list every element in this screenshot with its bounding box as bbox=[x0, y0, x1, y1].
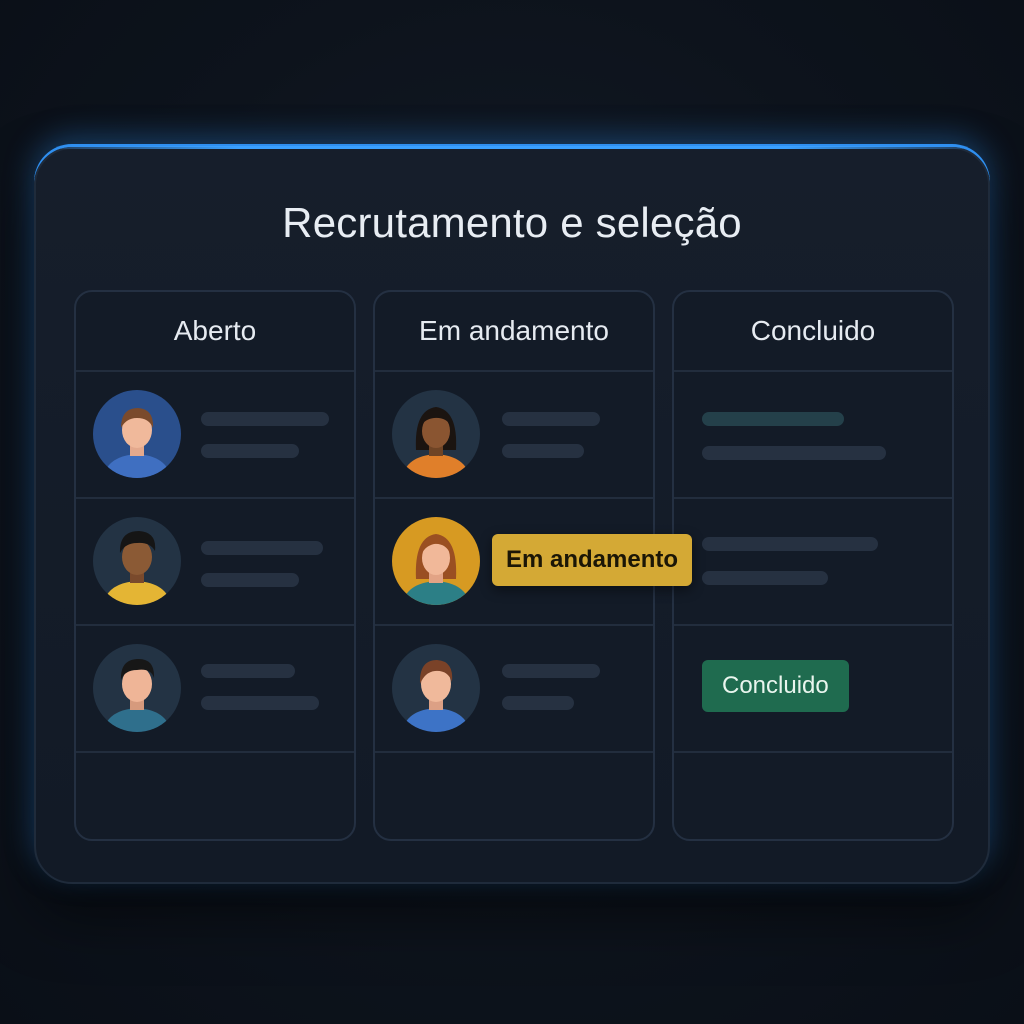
avatar bbox=[93, 517, 181, 605]
candidate-card[interactable] bbox=[375, 372, 653, 499]
kanban-board: Recrutamento e seleção Aberto Em andamen… bbox=[34, 146, 990, 884]
empty-slot bbox=[76, 753, 354, 839]
avatar bbox=[93, 644, 181, 732]
candidate-card[interactable] bbox=[375, 626, 653, 753]
avatar bbox=[392, 644, 480, 732]
empty-slot bbox=[674, 753, 952, 839]
candidate-card[interactable]: Concluido bbox=[674, 626, 952, 753]
candidate-card[interactable]: Em andamento bbox=[375, 499, 693, 626]
candidate-card[interactable] bbox=[76, 499, 354, 626]
candidate-card[interactable] bbox=[76, 372, 354, 499]
status-tag-done[interactable]: Concluido bbox=[702, 660, 849, 712]
status-tag-in-progress[interactable]: Em andamento bbox=[492, 534, 693, 586]
candidate-card[interactable] bbox=[674, 499, 952, 626]
column-header: Em andamento bbox=[375, 292, 653, 372]
column-aberto: Aberto bbox=[74, 290, 356, 841]
board-title: Recrutamento e seleção bbox=[282, 199, 742, 246]
candidate-card[interactable] bbox=[674, 372, 952, 499]
avatar bbox=[392, 390, 480, 478]
column-header: Concluido bbox=[674, 292, 952, 372]
avatar bbox=[93, 390, 181, 478]
column-header: Aberto bbox=[76, 292, 354, 372]
candidate-card[interactable] bbox=[76, 626, 354, 753]
column-concluido: Concluido Concluido bbox=[672, 290, 954, 841]
empty-slot bbox=[375, 753, 653, 880]
column-em-andamento: Em andamento Em andamento bbox=[373, 290, 693, 841]
avatar bbox=[392, 517, 480, 605]
